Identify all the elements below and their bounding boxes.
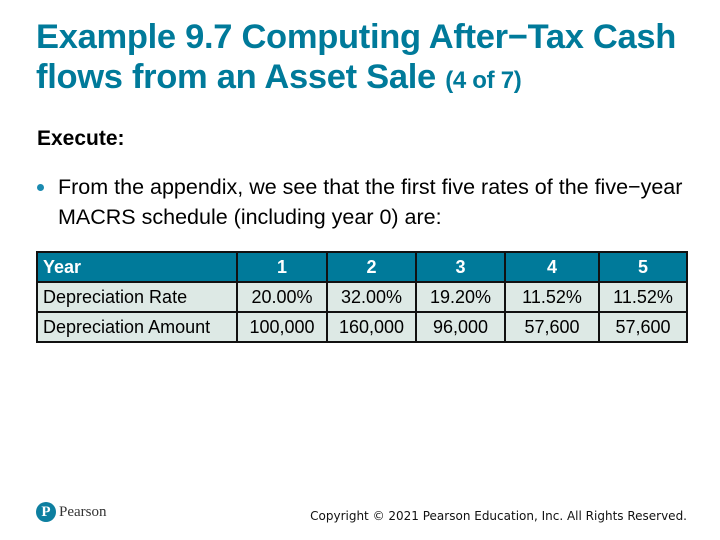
- pearson-logo-text: Pearson: [59, 503, 107, 520]
- table-cell: 57,600: [598, 311, 688, 343]
- header-cell: 3: [415, 251, 506, 283]
- bullet-text: From the appendix, we see that the first…: [58, 175, 683, 229]
- macrs-table: Year 1 2 3 4 5 Depreciation Rate 20.00% …: [36, 251, 688, 343]
- table-cell: 32.00%: [326, 281, 417, 313]
- table-header-row: Year 1 2 3 4 5: [36, 251, 688, 283]
- row-label: Depreciation Rate: [36, 281, 238, 313]
- copyright-notice: Copyright © 2021 Pearson Education, Inc.…: [310, 509, 687, 523]
- row-label: Depreciation Amount: [36, 311, 238, 343]
- table-row-depreciation-rate: Depreciation Rate 20.00% 32.00% 19.20% 1…: [36, 281, 688, 313]
- slide-title: Example 9.7 Computing After−Tax Cash flo…: [36, 17, 696, 101]
- pearson-logo-icon: P: [36, 502, 56, 522]
- header-cell: 5: [598, 251, 688, 283]
- section-label: Execute:: [37, 127, 125, 150]
- table-cell: 20.00%: [236, 281, 328, 313]
- header-cell: 4: [504, 251, 600, 283]
- table-cell: 160,000: [326, 311, 417, 343]
- table-cell: 11.52%: [598, 281, 688, 313]
- header-cell: 2: [326, 251, 417, 283]
- table-cell: 100,000: [236, 311, 328, 343]
- bullet-icon: [37, 184, 44, 191]
- table-cell: 19.20%: [415, 281, 506, 313]
- pearson-logo: P Pearson: [36, 502, 107, 522]
- table-cell: 11.52%: [504, 281, 600, 313]
- slide-title-suffix: (4 of 7): [445, 67, 522, 94]
- slide-title-main: Example 9.7 Computing After−Tax Cash flo…: [36, 18, 677, 96]
- header-cell-year: Year: [36, 251, 238, 283]
- header-cell: 1: [236, 251, 328, 283]
- table-cell: 57,600: [504, 311, 600, 343]
- table-cell: 96,000: [415, 311, 506, 343]
- table-row-depreciation-amount: Depreciation Amount 100,000 160,000 96,0…: [36, 311, 688, 343]
- bullet-item: From the appendix, we see that the first…: [37, 172, 697, 232]
